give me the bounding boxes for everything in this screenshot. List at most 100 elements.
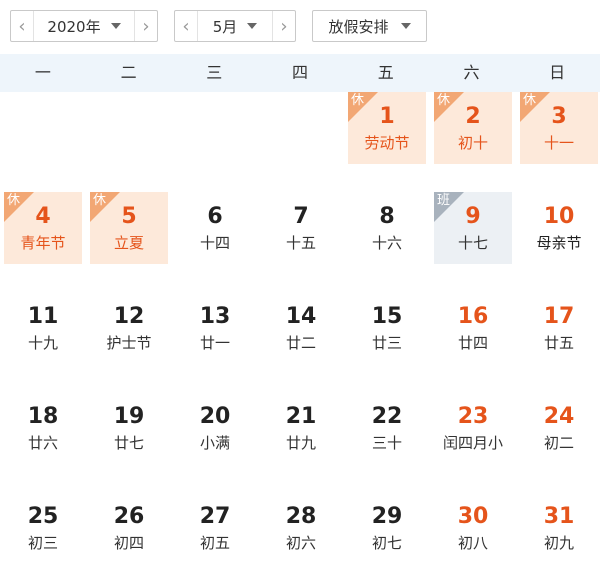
month-dropdown[interactable]: 5月 (198, 11, 272, 41)
day-cell[interactable]: 24 初二 (520, 392, 598, 464)
lunar-label: 廿四 (457, 334, 488, 352)
day-cell[interactable]: 22 三十 (348, 392, 426, 464)
day-cell[interactable]: 休 3 十一 (520, 92, 598, 164)
day-cell[interactable]: 休 4 青年节 (4, 192, 82, 264)
year-value: 2020年 (47, 17, 101, 36)
holiday-dropdown[interactable]: 放假安排 (312, 10, 427, 42)
weekday-label: 一 (34, 63, 51, 82)
calendar-toolbar: ‹ 2020年 › ‹ 5月 › 放假安排 (0, 0, 600, 54)
day-cell[interactable]: 17 廿五 (520, 292, 598, 364)
day-cell[interactable]: 27 初五 (176, 492, 254, 564)
day-cell[interactable]: 休 2 初十 (434, 92, 512, 164)
next-year-button[interactable]: › (134, 11, 157, 41)
day-number: 22 (371, 404, 403, 429)
weekday-label: 六 (463, 63, 480, 82)
lunar-label: 初五 (199, 534, 230, 552)
rest-tag: 休 (437, 93, 451, 108)
day-cell[interactable]: 休 5 立夏 (90, 192, 168, 264)
year-dropdown[interactable]: 2020年 (34, 11, 134, 41)
prev-year-button[interactable]: ‹ (11, 11, 34, 41)
day-number: 15 (371, 304, 403, 329)
lunar-label: 劳动节 (364, 134, 410, 152)
chevron-down-icon (400, 23, 411, 29)
lunar-label: 初六 (285, 534, 316, 552)
workday-tag: 班 (437, 193, 451, 208)
day-number: 10 (543, 204, 575, 229)
weekday-label: 四 (292, 63, 309, 82)
day-cell[interactable]: 29 初七 (348, 492, 426, 564)
day-cell[interactable]: 13 廿一 (176, 292, 254, 364)
lunar-label: 十九 (27, 334, 58, 352)
day-cell[interactable]: 休 1 劳动节 (348, 92, 426, 164)
day-number: 19 (113, 404, 145, 429)
day-cell[interactable]: 28 初六 (262, 492, 340, 564)
day-cell[interactable]: 30 初八 (434, 492, 512, 564)
day-cell[interactable]: 14 廿二 (262, 292, 340, 364)
lunar-label: 小满 (199, 434, 230, 452)
day-cell[interactable]: 25 初三 (4, 492, 82, 564)
next-month-button[interactable]: › (272, 11, 295, 41)
day-number: 17 (543, 304, 575, 329)
day-number: 7 (293, 204, 309, 229)
day-cell[interactable]: 7 十五 (262, 192, 340, 264)
day-cell[interactable]: 16 廿四 (434, 292, 512, 364)
day-cell[interactable]: 15 廿三 (348, 292, 426, 364)
day-number: 28 (285, 504, 317, 529)
holiday-select: 放假安排 (325, 11, 414, 41)
lunar-label: 护士节 (106, 334, 152, 352)
lunar-label: 青年节 (20, 234, 66, 252)
lunar-label: 三十 (371, 434, 402, 452)
day-number: 6 (207, 204, 223, 229)
lunar-label: 廿七 (113, 434, 144, 452)
day-number: 14 (285, 304, 317, 329)
weekday-label: 日 (549, 63, 566, 82)
day-number: 8 (379, 204, 395, 229)
day-number: 24 (543, 404, 575, 429)
holiday-select-label: 放假安排 (328, 17, 389, 36)
rest-tag: 休 (351, 93, 365, 108)
day-number: 30 (457, 504, 489, 529)
day-number: 29 (371, 504, 403, 529)
day-cell[interactable]: 18 廿六 (4, 392, 82, 464)
lunar-label: 廿三 (371, 334, 402, 352)
day-number: 27 (199, 504, 231, 529)
month-selector: ‹ 5月 › (174, 10, 296, 42)
day-cell[interactable]: 12 护士节 (90, 292, 168, 364)
day-cell[interactable]: 6 十四 (176, 192, 254, 264)
day-number: 13 (199, 304, 231, 329)
day-number: 31 (543, 504, 575, 529)
year-selector: ‹ 2020年 › (10, 10, 158, 42)
lunar-label: 初三 (27, 534, 58, 552)
day-number: 18 (27, 404, 59, 429)
day-cell[interactable]: 19 廿七 (90, 392, 168, 464)
lunar-label: 十七 (457, 234, 488, 252)
chevron-down-icon (247, 23, 258, 29)
day-cell[interactable]: 20 小满 (176, 392, 254, 464)
day-cell[interactable]: 21 廿九 (262, 392, 340, 464)
lunar-label: 廿二 (285, 334, 316, 352)
rest-tag: 休 (7, 193, 21, 208)
prev-month-button[interactable]: ‹ (175, 11, 198, 41)
lunar-label: 初七 (371, 534, 402, 552)
month-value: 5月 (212, 17, 238, 36)
day-cell[interactable]: 班 9 十七 (434, 192, 512, 264)
lunar-label: 立夏 (113, 234, 144, 252)
day-cell[interactable]: 31 初九 (520, 492, 598, 564)
rest-tag: 休 (93, 193, 107, 208)
day-number: 11 (27, 304, 59, 329)
lunar-label: 初九 (543, 534, 574, 552)
lunar-label: 初八 (457, 534, 488, 552)
rest-tag: 休 (523, 93, 537, 108)
day-number: 25 (27, 504, 59, 529)
day-cell[interactable]: 23 闰四月小 (434, 392, 512, 464)
day-cell[interactable]: 10 母亲节 (520, 192, 598, 264)
lunar-label: 初二 (543, 434, 574, 452)
lunar-label: 十一 (543, 134, 574, 152)
weekday-label: 二 (120, 63, 137, 82)
day-number: 21 (285, 404, 317, 429)
day-cell[interactable]: 11 十九 (4, 292, 82, 364)
day-cell[interactable]: 26 初四 (90, 492, 168, 564)
lunar-label: 廿五 (543, 334, 574, 352)
day-cell[interactable]: 8 十六 (348, 192, 426, 264)
day-number: 23 (457, 404, 489, 429)
